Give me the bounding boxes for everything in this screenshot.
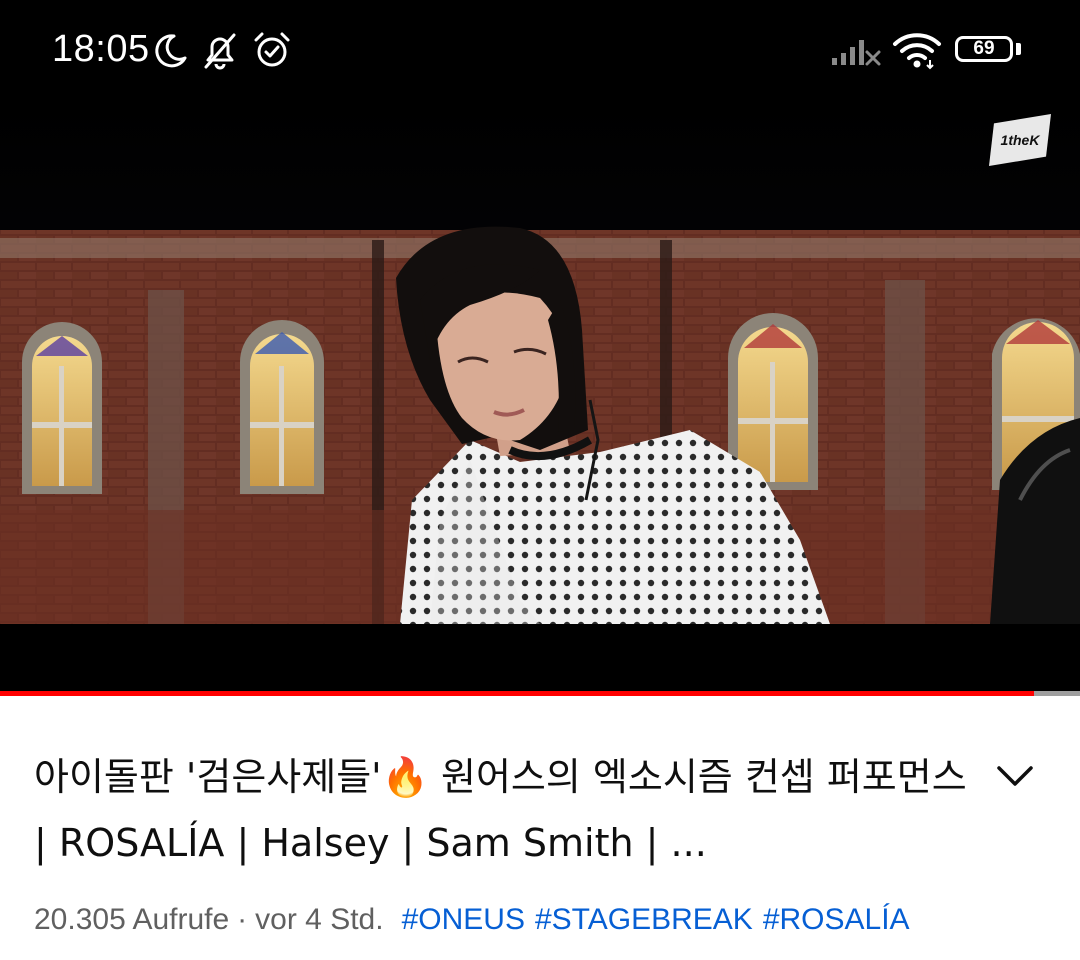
hashtag-link[interactable]: #ONEUS xyxy=(402,903,525,936)
status-time: 18:05 xyxy=(52,28,150,70)
video-player[interactable]: 1theK xyxy=(0,100,1080,696)
moon-icon xyxy=(155,34,187,68)
video-title[interactable]: 아이돌판 '검은사제들'🔥 원어스의 엑소시즘 컨셉 퍼포먼스 | ROSALÍ… xyxy=(34,744,974,876)
upload-time: vor 4 Std. xyxy=(255,903,384,936)
cellular-signal-off-icon xyxy=(832,40,881,66)
status-bar: 18:05 69 xyxy=(0,0,1080,100)
video-frame xyxy=(0,100,1080,624)
view-count: 20.305 Aufrufe xyxy=(34,903,230,936)
meta-separator: · xyxy=(237,903,248,936)
progress-played xyxy=(0,691,1034,696)
video-metadata: 20.305 Aufrufe · vor 4 Std. #ONEUS #STAGEBRE… xyxy=(34,898,1064,942)
battery-icon: 69 xyxy=(955,36,1013,62)
wifi-icon xyxy=(893,33,941,70)
hashtag-link[interactable]: #STAGEBREAK xyxy=(535,903,753,936)
bell-off-icon xyxy=(204,33,236,70)
youtube-watch-screen: 18:05 69 1theK 아이돌판 '검은사제들'🔥 원어스의 엑소시즘 컨… xyxy=(0,0,1080,960)
chevron-down-icon[interactable] xyxy=(992,756,1038,796)
alarm-clock-icon xyxy=(254,32,290,67)
battery-tip xyxy=(1016,43,1021,55)
hashtag-link[interactable]: #ROSALÍA xyxy=(763,903,910,936)
progress-bar[interactable] xyxy=(0,691,1080,696)
